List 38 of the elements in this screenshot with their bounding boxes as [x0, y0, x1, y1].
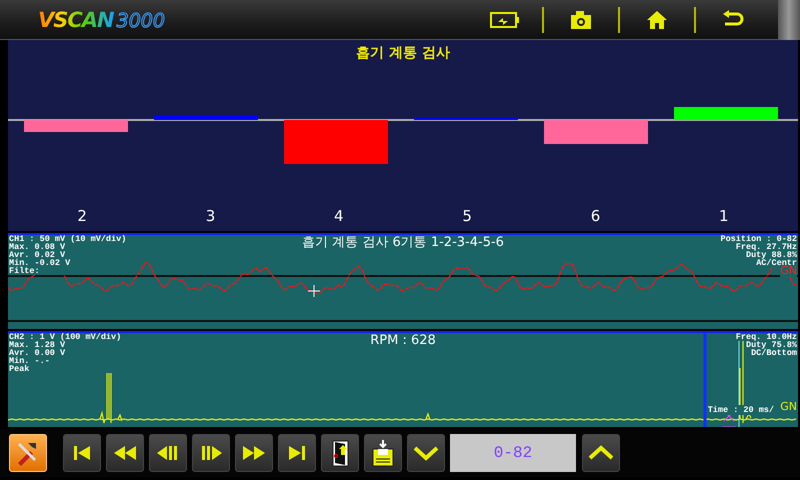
rewind-button[interactable] [106, 434, 144, 472]
cylinder-label: 2 [77, 206, 87, 224]
ground-marker: GN [780, 401, 797, 413]
scope-title: 흡기 계통 검사 6기통 1-2-3-4-5-6 [302, 235, 504, 250]
cursor-marker [308, 284, 320, 298]
save-button[interactable] [364, 434, 402, 472]
signal-info: Position : 0-82 [720, 235, 797, 243]
step-back-button[interactable] [149, 434, 187, 472]
cylinder-label: 5 [462, 206, 472, 224]
scroll-up-button[interactable] [582, 434, 620, 472]
skip-start-button[interactable] [63, 434, 101, 472]
battery-icon[interactable] [490, 10, 520, 28]
time-scale: Time : 20 ms/ [708, 405, 774, 415]
channel-info: CH2 : 1 V (100 mV/div) [9, 333, 122, 341]
logo-number: 3000 [116, 10, 165, 32]
signal-info: Freq. 27.7Hz [736, 243, 797, 251]
signal-info: AC/Centr [756, 259, 797, 267]
cylinder-label: 4 [334, 206, 344, 224]
cylinder-label: 3 [206, 206, 216, 224]
exit-button[interactable] [321, 434, 359, 472]
cylinder-label: 1 [719, 206, 729, 224]
camera-icon[interactable] [570, 10, 592, 30]
signal-info: Duty 88.8% [746, 251, 797, 259]
cylinder-label: 6 [590, 206, 600, 224]
channel-info: CH1 : 50 mV (10 mV/div) [9, 235, 126, 243]
signal-info: Freq. 10.0Hz [736, 333, 797, 341]
header-edge [778, 0, 800, 40]
scroll-down-button[interactable] [407, 434, 445, 472]
signal-info: DC/Bottom [751, 349, 797, 357]
home-icon[interactable] [646, 10, 668, 30]
skip-end-button[interactable] [278, 434, 316, 472]
position-display: 0-82 [450, 434, 576, 472]
chart-title: 흡기 계통 검사 [356, 44, 450, 62]
signal-info: Duty 75.8% [746, 341, 797, 349]
fast-forward-button[interactable] [235, 434, 273, 472]
ground-marker: GN [780, 265, 797, 277]
step-forward-button[interactable] [192, 434, 230, 472]
settings-button[interactable] [9, 434, 47, 472]
